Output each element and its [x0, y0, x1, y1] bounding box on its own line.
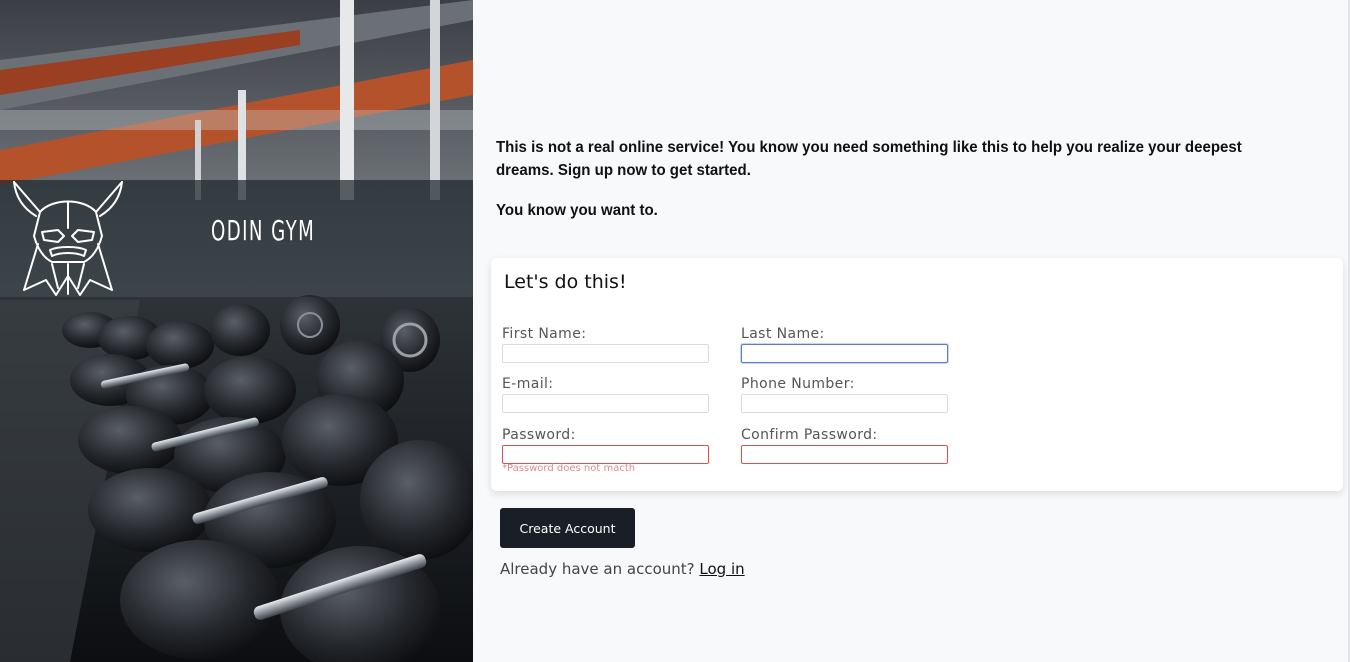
login-prompt-text: Already have an account? — [500, 560, 695, 578]
first-name-input[interactable] — [502, 344, 709, 363]
signup-page: ODIN GYM This is not a real online servi… — [0, 0, 1350, 662]
confirm-password-input[interactable] — [741, 445, 948, 464]
brand-banner: ODIN GYM — [0, 180, 473, 297]
signup-form-card: Let's do this! First Name: Last Name: E-… — [491, 258, 1343, 491]
phone-input[interactable] — [741, 394, 948, 413]
signup-content: This is not a real online service! You k… — [473, 0, 1350, 662]
login-prompt: Already have an account? Log in — [500, 560, 745, 578]
password-label: Password: — [502, 427, 576, 443]
create-account-button[interactable]: Create Account — [500, 508, 635, 548]
email-label: E-mail: — [502, 376, 554, 392]
last-name-input[interactable] — [741, 344, 948, 363]
confirm-password-label: Confirm Password: — [741, 427, 878, 443]
hero-panel: ODIN GYM — [0, 0, 473, 662]
login-link[interactable]: Log in — [699, 560, 744, 578]
phone-label: Phone Number: — [741, 376, 855, 392]
first-name-label: First Name: — [502, 326, 587, 342]
intro-tagline: You know you want to. — [496, 202, 658, 219]
gym-background-image — [0, 0, 473, 662]
form-title: Let's do this! — [504, 271, 627, 293]
password-error-message: *Password does not macth — [502, 463, 636, 474]
viking-helmet-logo-icon — [13, 181, 123, 296]
password-input[interactable] — [502, 445, 709, 464]
email-input[interactable] — [502, 394, 709, 413]
brand-name: ODIN GYM — [211, 214, 316, 247]
intro-text: This is not a real online service! You k… — [496, 139, 1242, 179]
last-name-label: Last Name: — [741, 326, 825, 342]
